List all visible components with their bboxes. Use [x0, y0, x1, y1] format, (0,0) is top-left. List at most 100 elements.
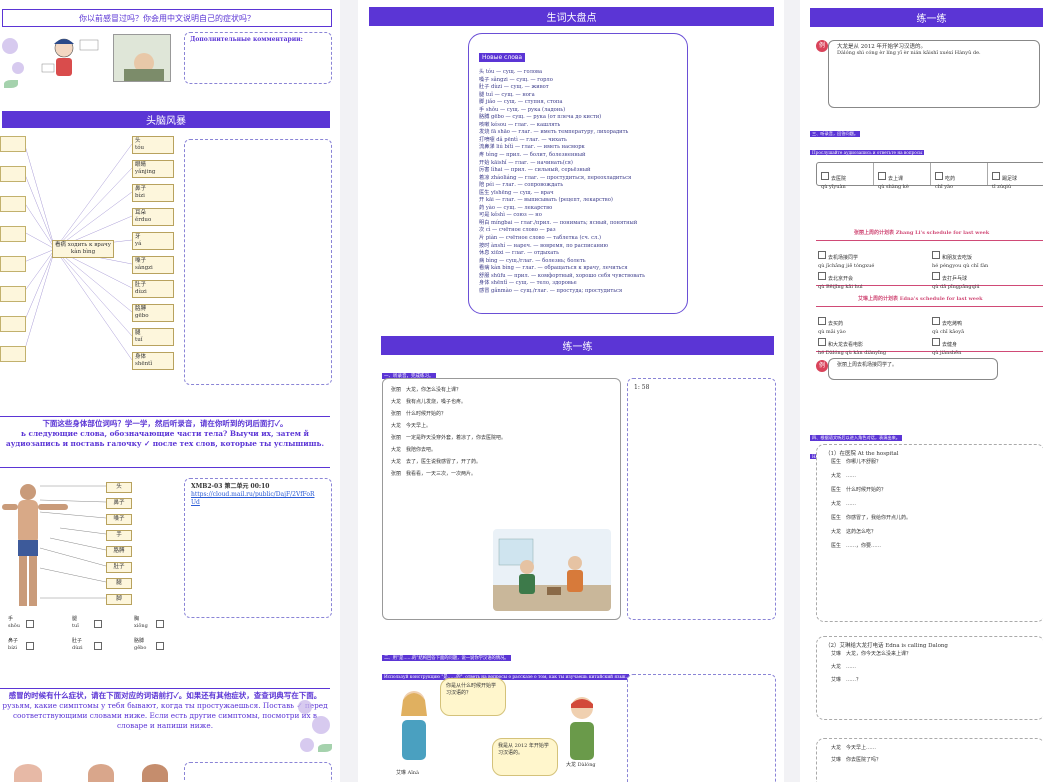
figure-label-3: 嗓子 [106, 514, 132, 525]
girl-figure [394, 686, 434, 766]
schedule2-item-4[interactable]: 去健身 qù jiànshēn [932, 331, 1042, 357]
name-right: 大龙 Dàlóng [566, 762, 596, 768]
worksheet-page-right: 练一练 例 大龙是从 2012 年开始学习汉语的。 Dàlóng shì cón… [800, 0, 1043, 782]
sick-person-photo [113, 34, 171, 82]
exercise-heading-text: 练一练 [562, 342, 593, 353]
mindmap-node-nose: 鼻子 bízi [132, 184, 174, 202]
workspace-canvas: 你以前感冒过吗？你会用中文说明自己的症状吗？ Дополнительные ко… [0, 0, 1043, 782]
word-check-6[interactable]: 胳膊 gēbo [134, 638, 146, 651]
checkbox-3[interactable] [156, 620, 164, 628]
example2-text: 张丽上周去机场接同学了。 [837, 362, 898, 368]
word-check-5[interactable]: 肚子 dùzi [72, 638, 83, 651]
task1-ru: ь следующие слова, обозначающие части те… [5, 429, 325, 448]
boy-figure [562, 692, 602, 762]
schedule2-table: 去买药 qù mǎi yào 去吃烤鸭 qù chī kǎoyā 和大龙去看电影 hé… [816, 306, 1043, 356]
vocab-item: 可是 kěshì — союз — но [479, 212, 542, 219]
mindmap-node-eyes: 眼睛 yǎnjing [132, 160, 174, 178]
vocab-item: 流鼻涕 liú bítì — глаг. — иметь насморк [479, 144, 585, 151]
ex3-instructions: 三、听录音，回答问题。 Прослушайте аудиозапись и от… [810, 120, 1043, 158]
roleplay-box-2: （2）艾琳给大龙打电话 Edna is calling Dalong 艾琳 大龙… [816, 636, 1043, 720]
word-check-2[interactable]: 腿 tuǐ [72, 616, 79, 629]
ex3-ru: Прослушайте аудиозапись и ответьте на во… [810, 150, 925, 155]
exercise-heading-right: 练一练 [810, 8, 1043, 27]
figure-label-1: 头 [106, 482, 132, 493]
mindmap-node-belly: 肚子 dùzi [132, 280, 174, 298]
vocab-item: 身体 shēntǐ — сущ. — тело, здоровье [479, 280, 577, 287]
checkbox-word-grid: 手 shǒu 腿 tuǐ 胸 xiōng 鼻子 bízi 肚子 dùzi 胳膊 gēbo [0, 614, 180, 658]
vocab-item: 嗓子 sǎngzi — сущ. — горло [479, 76, 553, 83]
figure-label-4: 手 [106, 530, 132, 541]
speech-bubble-1: 你是从什么时候开始学习汉语的？ [440, 678, 506, 716]
audio-link[interactable]: https://cloud.mail.ru/public/DajF/2VfFoR… [185, 491, 327, 507]
schedule1-title: 张丽上周的计划表 Zhang Li's schedule for last we… [854, 230, 990, 236]
comments-label: Дополнительные комментарии: [190, 36, 303, 43]
schedule1-item-3[interactable]: 去北京开会 qù Běijīng kāi huì [818, 265, 928, 291]
schedule1-item-4[interactable]: 去打乒乓球 qù dǎ pīngpāngqiú [932, 265, 1042, 291]
example2-box: 例 张丽上周去机场接同学了。 [816, 358, 1043, 382]
checkbox-4[interactable] [26, 642, 34, 650]
dialog-illustration [493, 529, 611, 611]
symptom-notes-box[interactable] [184, 762, 332, 782]
exercise-heading: 练一练 [381, 336, 774, 355]
mind-map: 看病 ходить к врачу kàn bìng 头 tóu 眼睛 yǎnjin… [0, 132, 176, 382]
roleplay-box-3: 大龙 今天早上…… 艾琳 你去医院了吗？ [816, 738, 1043, 782]
activity-option-4[interactable]: 踢足球 tī zúqiú [988, 163, 1043, 190]
word-check-1[interactable]: 手 shǒu [8, 616, 20, 629]
vocab-item: 看病 kàn bìng — глаг. — обращаться к врачу… [479, 265, 628, 272]
vocab-item: 厉害 lìhai — прил. — сильный, серьёзный [479, 167, 591, 174]
word-check-3[interactable]: 胸 xiōng [134, 616, 148, 629]
figure-label-5: 胳膊 [106, 546, 132, 557]
schedule2-item-3[interactable]: 和大龙去看电影 hé Dàlóng qù kàn diànyǐng [818, 331, 928, 357]
mindmap-node-leg: 腿 tuǐ [132, 328, 174, 346]
left-node-2 [0, 166, 26, 182]
task1-instructions: 下面这些身体部位词吗？学一学，然后听录音，请在你听到的词后面打✓。 ь след… [0, 416, 330, 468]
checkbox-5[interactable] [94, 642, 102, 650]
example-pinyin: Dàlóng shì cóng èr líng yī èr nián kāish… [837, 50, 981, 56]
worksheet-page-middle: 生词大盘点 Новые слова 头 tóu — сущ. — голова … [358, 0, 784, 782]
figure-label-2: 鼻子 [106, 498, 132, 509]
figure-label-6: 肚子 [106, 562, 132, 573]
left-node-7 [0, 316, 26, 332]
ex1-notes-box[interactable]: 1: 58 [627, 378, 776, 620]
name-left: 艾琳 Aīnà [396, 770, 420, 776]
vocab-item: 按时 ànshí — нареч. — вовремя, по расписан… [479, 242, 608, 249]
schedule2-title: 艾琳上周的计划表 Edna's schedule for last week [858, 296, 983, 302]
activity-option-1[interactable]: 去医院 qù yīyuàn [817, 163, 874, 190]
checkbox-1[interactable] [26, 620, 34, 628]
vocab-item: 感冒 gǎnmào — сущ./глаг. — простуда; прост… [479, 287, 623, 294]
brainstorm-heading: 头脑风暴 [2, 111, 330, 128]
vocab-item: 休息 xiūxi — глаг. — отдыхать [479, 250, 560, 257]
left-node-3 [0, 196, 26, 212]
vocab-item: 发烧 fā shāo — глаг. — иметь температуру, … [479, 129, 629, 136]
activity-option-3[interactable]: 吃药 chī yào [931, 163, 988, 190]
word-check-4[interactable]: 鼻子 bízi [8, 638, 18, 651]
comments-box[interactable]: Дополнительные комментарии: [184, 32, 332, 84]
ex2-notes-box[interactable] [627, 674, 776, 782]
center-node-label: 看病 ходить к врачу [55, 242, 111, 248]
bubble1-text: 你是从什么时候开始学习汉语的？ [446, 683, 497, 696]
worksheet-page-left: 你以前感冒过吗？你会用中文说明自己的症状吗？ Дополнительные ко… [0, 0, 340, 782]
question-heading: 你以前感冒过吗？你会用中文说明自己的症状吗？ [2, 9, 332, 27]
checkbox-6[interactable] [156, 642, 164, 650]
vocab-heading: 生词大盘点 [369, 7, 774, 26]
vocab-item: 头 tóu — сущ. — голова [479, 69, 543, 75]
activity-option-2[interactable]: 去上课 qù shàng kè [874, 163, 931, 190]
example-badge: 例 [816, 40, 828, 52]
figure-label-8: 脚 [106, 594, 132, 605]
vocab-list: 头 tóu — сущ. — голова 嗓子 sǎngzi — сущ. —… [479, 69, 687, 295]
left-node-1 [0, 136, 26, 152]
center-node-pinyin: kàn bìng [70, 249, 96, 255]
mindmap-node-head: 头 tóu [132, 136, 174, 154]
task2-instructions: 感冒的时候有什么症状，请在下面对应的词语前打✓。如果还有其他症状，查查词典写在下… [0, 688, 330, 751]
figure-label-7: 腿 [106, 578, 132, 589]
exercise-heading-right-text: 练一练 [916, 14, 947, 25]
brainstorm-heading-text: 头脑风暴 [146, 116, 186, 127]
vocab-list-title: Новые слова [479, 53, 526, 62]
brainstorm-notes-box[interactable] [184, 139, 332, 385]
audio-reference: XMB2-03 第二单元 00:10 [191, 483, 270, 490]
ex2-cn: 二、用“是……的”结构回答下面的问题，说一说你学汉语的情况。 [382, 655, 511, 661]
ex4-cn: 四、根据语文听后以进入角色对话，表演出来。 [810, 435, 902, 441]
checkbox-2[interactable] [94, 620, 102, 628]
task1-cn: 下面这些身体部位词吗？学一学，然后听录音，请在你听到的词后面打✓。 [42, 419, 288, 428]
audio-info-box: XMB2-03 第二单元 00:10 https://cloud.mail.ru… [184, 478, 332, 618]
